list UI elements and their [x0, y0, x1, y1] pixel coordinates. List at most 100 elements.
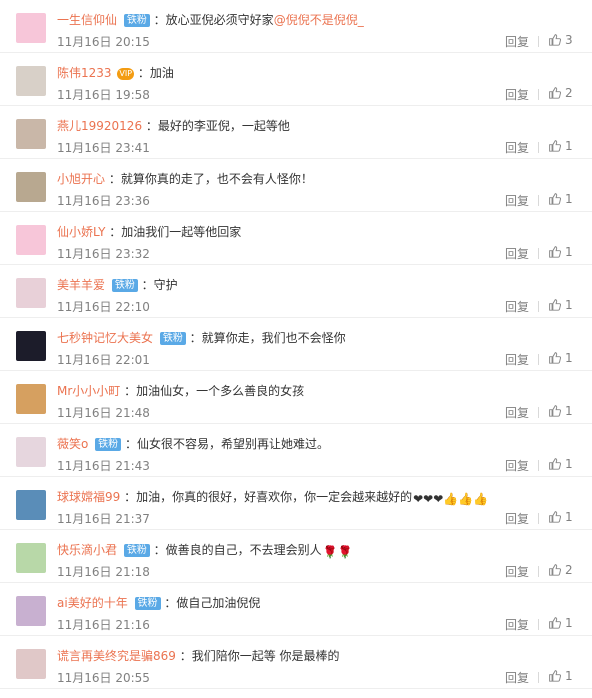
like-count: 1 — [565, 298, 573, 312]
fan-badge[interactable]: 铁粉 — [123, 544, 150, 557]
divider — [538, 460, 539, 471]
reply-button[interactable]: 回复 — [505, 510, 529, 527]
comment-content: ：我们陪你一起等 你是最棒的 — [179, 649, 340, 663]
comment-time: 11月16日 23:32 — [57, 247, 150, 261]
like-button[interactable]: 1 — [548, 457, 573, 473]
reply-button[interactable]: 回复 — [505, 245, 529, 262]
divider — [538, 513, 539, 524]
username-link[interactable]: 球球嫦福99 — [57, 490, 120, 504]
avatar[interactable] — [16, 119, 46, 149]
comment-content: ：最好的李亚倪，一起等他 — [145, 119, 290, 133]
comment-item: 小旭开心 ：就算你真的走了，也不会有人怪你！ 11月16日 23:36 回复 1 — [0, 159, 592, 212]
comment-content: ：做自己加油倪倪 — [164, 596, 261, 610]
username-link[interactable]: Mr小小小町 — [57, 384, 120, 398]
comment-content: ：做善良的自己，不去理会别人 — [153, 543, 322, 557]
comment-time: 11月16日 20:15 — [57, 35, 150, 49]
fan-badge[interactable]: 铁粉 — [123, 14, 150, 27]
avatar[interactable] — [16, 649, 46, 679]
comment-item: 谎言再美终究是骗869 ：我们陪你一起等 你是最棒的 11月16日 20:55 … — [0, 636, 592, 689]
divider — [538, 195, 539, 206]
reply-button[interactable]: 回复 — [505, 563, 529, 580]
emoji-group: ❤❤❤👍👍👍 — [413, 492, 489, 506]
avatar[interactable] — [16, 278, 46, 308]
username-link[interactable]: 仙小娇LY — [57, 225, 105, 239]
fan-badge[interactable]: 铁粉 — [134, 597, 161, 610]
comment-item: ai美好的十年 铁粉 ：做自己加油倪倪 11月16日 21:16 回复 1 — [0, 583, 592, 636]
mention-link[interactable]: @倪倪不是倪倪_ — [274, 13, 364, 27]
username-link[interactable]: 快乐滴小君 — [57, 543, 117, 557]
comment-time: 11月16日 22:10 — [57, 300, 150, 314]
reply-button[interactable]: 回复 — [505, 86, 529, 103]
avatar[interactable] — [16, 66, 46, 96]
avatar[interactable] — [16, 13, 46, 43]
comment-item: 一生信仰仙 铁粉 ：放心亚倪必须守好家@倪倪不是倪倪_ 11月16日 20:15… — [0, 0, 592, 53]
comment-text-line: 美羊羊爱 铁粉 ：守护 — [57, 276, 582, 294]
emoji-group: 🌹🌹 — [322, 545, 353, 559]
reply-button[interactable]: 回复 — [505, 669, 529, 686]
username-link[interactable]: 小旭开心 — [57, 172, 105, 186]
thumb-up-icon — [548, 563, 562, 579]
reply-button[interactable]: 回复 — [505, 351, 529, 368]
reply-button[interactable]: 回复 — [505, 139, 529, 156]
comment-time: 11月16日 19:58 — [57, 88, 150, 102]
fan-badge[interactable]: 铁粉 — [159, 332, 186, 345]
reply-button[interactable]: 回复 — [505, 298, 529, 315]
username-link[interactable]: 美羊羊爱 — [57, 278, 105, 292]
comment-time: 11月16日 21:18 — [57, 565, 150, 579]
reply-button[interactable]: 回复 — [505, 33, 529, 50]
username-link[interactable]: 陈伟1233 — [57, 66, 112, 80]
like-button[interactable]: 1 — [548, 616, 573, 632]
avatar[interactable] — [16, 331, 46, 361]
comment-text-line: 一生信仰仙 铁粉 ：放心亚倪必须守好家@倪倪不是倪倪_ — [57, 11, 582, 29]
username-link[interactable]: 七秒钟记忆大美女 — [57, 331, 153, 345]
like-button[interactable]: 1 — [548, 298, 573, 314]
comment-text-line: 陈伟1233 VIP ：加油 — [57, 64, 582, 82]
like-button[interactable]: 1 — [548, 192, 573, 208]
comment-list: 一生信仰仙 铁粉 ：放心亚倪必须守好家@倪倪不是倪倪_ 11月16日 20:15… — [0, 0, 592, 689]
like-button[interactable]: 1 — [548, 404, 573, 420]
username-link[interactable]: 燕儿19920126 — [57, 119, 142, 133]
like-button[interactable]: 1 — [548, 139, 573, 155]
avatar[interactable] — [16, 437, 46, 467]
avatar[interactable] — [16, 172, 46, 202]
like-count: 2 — [565, 563, 573, 577]
fan-badge[interactable]: 铁粉 — [95, 438, 122, 451]
comment-content: ：加油，你真的很好，好喜欢你，你一定会越来越好的 — [124, 490, 413, 504]
comment-item: 燕儿19920126 ：最好的李亚倪，一起等他 11月16日 23:41 回复 … — [0, 106, 592, 159]
reply-button[interactable]: 回复 — [505, 457, 529, 474]
avatar[interactable] — [16, 490, 46, 520]
reply-button[interactable]: 回复 — [505, 192, 529, 209]
like-button[interactable]: 3 — [548, 33, 573, 49]
thumb-up-icon — [548, 351, 562, 367]
avatar[interactable] — [16, 543, 46, 573]
like-button[interactable]: 2 — [548, 86, 573, 102]
avatar[interactable] — [16, 596, 46, 626]
comment-text-line: 薇笑o 铁粉 ：仙女很不容易，希望别再让她难过。 — [57, 435, 582, 453]
comment-item: 美羊羊爱 铁粉 ：守护 11月16日 22:10 回复 1 — [0, 265, 592, 318]
username-link[interactable]: 薇笑o — [57, 437, 88, 451]
comment-time: 11月16日 22:01 — [57, 353, 150, 367]
like-button[interactable]: 1 — [548, 510, 573, 526]
like-count: 1 — [565, 351, 573, 365]
like-count: 1 — [565, 245, 573, 259]
comment-content: ：加油仙女，一个多么善良的女孩 — [124, 384, 305, 398]
reply-button[interactable]: 回复 — [505, 616, 529, 633]
comment-text-line: 谎言再美终究是骗869 ：我们陪你一起等 你是最棒的 — [57, 647, 582, 665]
comment-item: 仙小娇LY ：加油我们一起等他回家 11月16日 23:32 回复 1 — [0, 212, 592, 265]
comment-content: ：就算你真的走了，也不会有人怪你！ — [108, 172, 313, 186]
like-count: 1 — [565, 669, 573, 683]
like-button[interactable]: 2 — [548, 563, 573, 579]
avatar[interactable] — [16, 384, 46, 414]
username-link[interactable]: 谎言再美终究是骗869 — [57, 649, 176, 663]
fan-badge[interactable]: 铁粉 — [111, 279, 138, 292]
username-link[interactable]: ai美好的十年 — [57, 596, 128, 610]
like-button[interactable]: 1 — [548, 669, 573, 685]
comment-content: ：守护 — [141, 278, 178, 292]
reply-button[interactable]: 回复 — [505, 404, 529, 421]
divider — [538, 248, 539, 259]
like-button[interactable]: 1 — [548, 351, 573, 367]
thumb-up-icon — [548, 616, 562, 632]
username-link[interactable]: 一生信仰仙 — [57, 13, 117, 27]
like-button[interactable]: 1 — [548, 245, 573, 261]
avatar[interactable] — [16, 225, 46, 255]
